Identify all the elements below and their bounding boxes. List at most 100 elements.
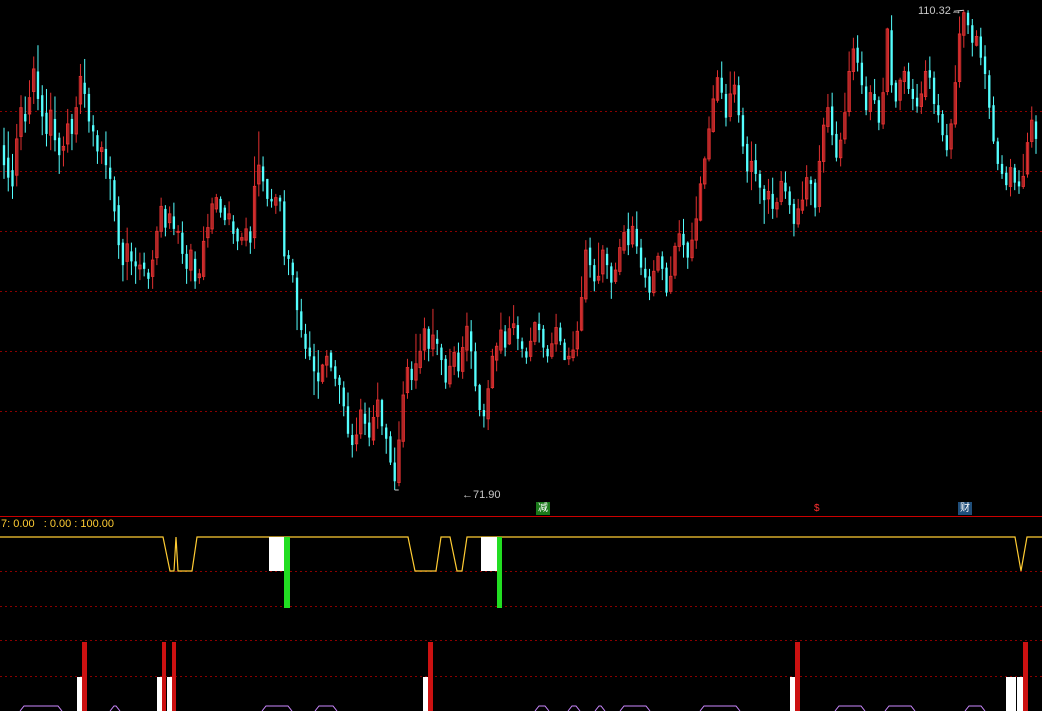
- candle-down[interactable]: [7, 131, 10, 192]
- candle-down[interactable]: [588, 237, 592, 278]
- candle-down[interactable]: [223, 205, 227, 226]
- candle-up[interactable]: [155, 226, 159, 266]
- candle-up[interactable]: [677, 220, 681, 252]
- candle-down[interactable]: [593, 258, 596, 292]
- candle-down[interactable]: [635, 211, 638, 254]
- candle-down[interactable]: [605, 247, 609, 279]
- candle-down[interactable]: [312, 343, 316, 396]
- candle-down[interactable]: [1005, 166, 1008, 191]
- candle-up[interactable]: [494, 342, 499, 372]
- candle-down[interactable]: [300, 298, 303, 338]
- candle-down[interactable]: [249, 226, 252, 254]
- candle-up[interactable]: [100, 141, 104, 164]
- candle-down[interactable]: [142, 252, 146, 277]
- candle-up[interactable]: [711, 85, 715, 133]
- candle-up[interactable]: [579, 276, 584, 332]
- candle-down[interactable]: [610, 262, 613, 299]
- candle-down[interactable]: [329, 350, 333, 372]
- candle-up[interactable]: [448, 348, 452, 388]
- candle-up[interactable]: [359, 398, 363, 439]
- candle-up[interactable]: [669, 256, 673, 294]
- candle-up[interactable]: [567, 347, 571, 366]
- candle-up[interactable]: [138, 252, 142, 281]
- candle-up[interactable]: [1025, 132, 1030, 178]
- candle-down[interactable]: [915, 83, 919, 113]
- candle-up[interactable]: [826, 93, 830, 133]
- candle-up[interactable]: [244, 217, 248, 247]
- candlestick-series[interactable]: [2, 10, 1038, 490]
- candle-down[interactable]: [1000, 155, 1004, 179]
- candle-down[interactable]: [278, 195, 282, 212]
- candle-down[interactable]: [686, 241, 689, 269]
- signal-badge-finance[interactable]: 财: [958, 502, 972, 515]
- candle-down[interactable]: [134, 247, 137, 284]
- candle-down[interactable]: [440, 343, 443, 376]
- candle-up[interactable]: [728, 71, 732, 122]
- candle-up[interactable]: [27, 80, 32, 124]
- candle-up[interactable]: [150, 250, 155, 289]
- candle-down[interactable]: [966, 10, 970, 34]
- candle-down[interactable]: [941, 110, 944, 142]
- candle-up[interactable]: [159, 197, 163, 238]
- candle-down[interactable]: [427, 326, 430, 362]
- candle-down[interactable]: [996, 137, 999, 171]
- candle-down[interactable]: [911, 78, 915, 111]
- candle-up[interactable]: [401, 381, 405, 448]
- candle-down[interactable]: [746, 136, 749, 183]
- candle-up[interactable]: [962, 10, 966, 48]
- candle-down[interactable]: [754, 143, 757, 182]
- candle-down[interactable]: [932, 71, 936, 114]
- candle-up[interactable]: [201, 226, 206, 281]
- candle-up[interactable]: [227, 201, 231, 226]
- candle-down[interactable]: [368, 407, 371, 447]
- candle-up[interactable]: [210, 197, 214, 234]
- candle-down[interactable]: [385, 423, 388, 454]
- candle-up[interactable]: [490, 348, 495, 389]
- signal-badge-reduce[interactable]: 减: [536, 502, 550, 515]
- candle-down[interactable]: [737, 76, 740, 123]
- candle-up[interactable]: [414, 333, 418, 389]
- candle-up[interactable]: [397, 421, 401, 487]
- candle-down[interactable]: [813, 178, 817, 217]
- candle-up[interactable]: [49, 92, 53, 151]
- candle-down[interactable]: [1017, 170, 1021, 194]
- candle-down[interactable]: [185, 245, 188, 284]
- candle-up[interactable]: [15, 123, 19, 187]
- candle-down[interactable]: [758, 170, 762, 204]
- candle-down[interactable]: [346, 392, 350, 438]
- candle-down[interactable]: [665, 262, 668, 297]
- candle-down[interactable]: [53, 96, 57, 152]
- candle-down[interactable]: [113, 176, 116, 222]
- candle-up[interactable]: [779, 171, 783, 206]
- candle-up[interactable]: [838, 132, 843, 167]
- candle-down[interactable]: [1034, 115, 1038, 154]
- candle-up[interactable]: [189, 243, 193, 282]
- candle-down[interactable]: [983, 45, 987, 89]
- candle-up[interactable]: [800, 181, 805, 214]
- candle-up[interactable]: [74, 96, 78, 143]
- candle-up[interactable]: [66, 108, 70, 153]
- candle-up[interactable]: [673, 242, 677, 279]
- candle-up[interactable]: [274, 193, 278, 214]
- candle-up[interactable]: [19, 95, 23, 151]
- candle-up[interactable]: [821, 117, 826, 173]
- candle-down[interactable]: [809, 176, 813, 206]
- candle-up[interactable]: [698, 176, 703, 222]
- candle-down[interactable]: [784, 171, 787, 199]
- candle-up[interactable]: [167, 206, 172, 229]
- candle-down[interactable]: [979, 27, 982, 66]
- candle-up[interactable]: [919, 81, 924, 114]
- candle-down[interactable]: [537, 312, 541, 343]
- candle-up[interactable]: [206, 213, 210, 248]
- candle-up[interactable]: [923, 60, 928, 101]
- candle-up[interactable]: [252, 156, 257, 249]
- candle-down[interactable]: [193, 251, 197, 289]
- candle-up[interactable]: [622, 225, 626, 254]
- candle-down[interactable]: [117, 196, 120, 259]
- candle-down[interactable]: [363, 402, 367, 436]
- candle-up[interactable]: [732, 71, 737, 103]
- candle-up[interactable]: [847, 51, 851, 117]
- candle-down[interactable]: [644, 257, 647, 288]
- candle-down[interactable]: [894, 80, 898, 108]
- candle-down[interactable]: [92, 115, 95, 147]
